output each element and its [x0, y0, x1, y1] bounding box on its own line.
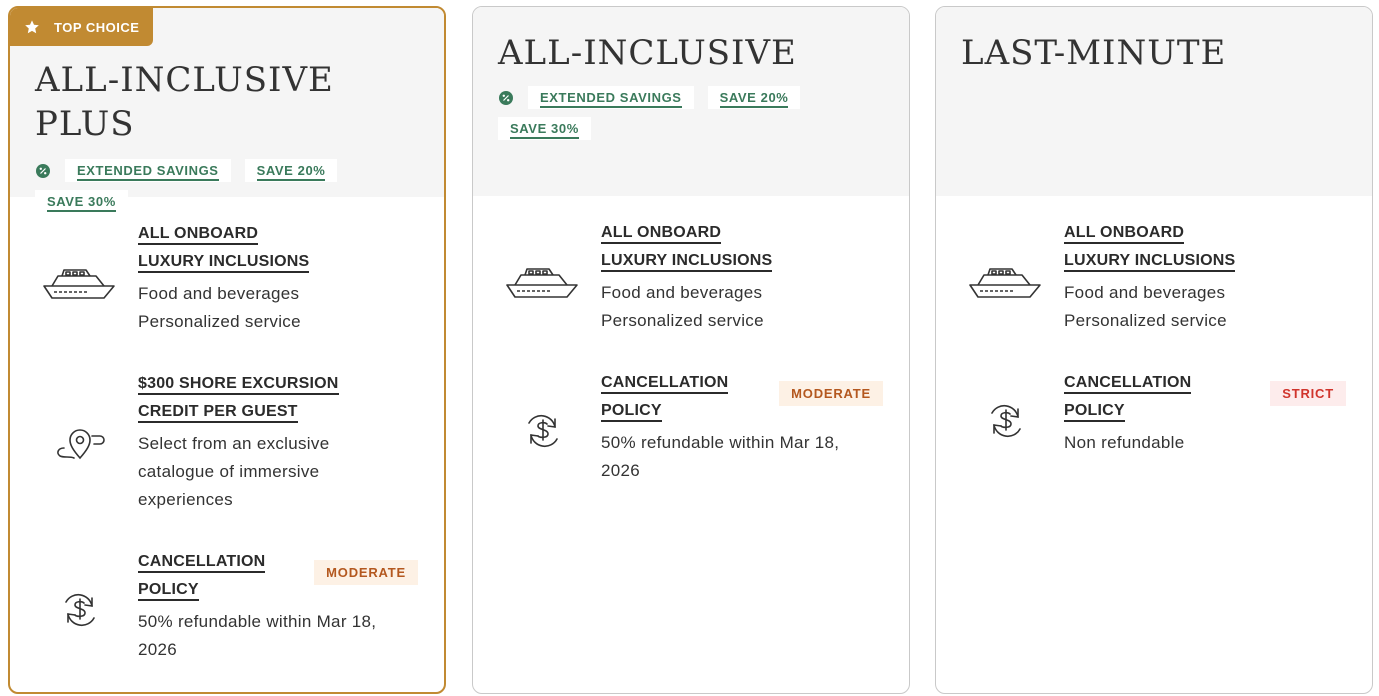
- policy-level-badge: MODERATE: [779, 381, 883, 406]
- policy-level-badge: STRICT: [1270, 381, 1346, 406]
- cruise-ship-icon: [506, 268, 578, 298]
- feature-description: Food and beverages Personalized service: [1064, 283, 1227, 330]
- tag-save-20[interactable]: SAVE 20%: [707, 86, 801, 109]
- feature-title[interactable]: CANCELLATION POLICY: [1064, 369, 1214, 425]
- fare-title-line1: LAST-MINUTE: [961, 33, 1227, 73]
- savings-tags: EXTENDED SAVINGS SAVE 20% SAVE 30%: [498, 86, 839, 140]
- feature-description: Select from an exclusive catalogue of imm…: [138, 434, 330, 509]
- tag-save-30[interactable]: SAVE 30%: [35, 190, 128, 213]
- percent-icon: [36, 163, 50, 178]
- feature-title[interactable]: $300 SHORE EXCURSION CREDIT PER GUEST: [138, 370, 428, 426]
- badge-label: TOP CHOICE: [54, 19, 140, 35]
- fare-title: LAST-MINUTE: [961, 31, 1226, 75]
- feature-title[interactable]: CANCELLATION POLICY: [138, 548, 288, 604]
- fare-card-all-inclusive-plus[interactable]: TOP CHOICE ALL-INCLUSIVE PLUS EXTENDED S…: [8, 6, 446, 694]
- feature-description: 50% refundable within Mar 18, 2026: [601, 433, 840, 480]
- feature-title[interactable]: ALL ONBOARD LUXURY INCLUSIONS: [601, 219, 891, 275]
- top-choice-badge: TOP CHOICE: [10, 8, 154, 46]
- policy-level-badge: MODERATE: [314, 560, 418, 585]
- savings-tags: EXTENDED SAVINGS SAVE 20% SAVE 30%: [35, 159, 374, 213]
- fare-title: ALL-INCLUSIVE PLUS: [35, 58, 334, 146]
- fare-title-line2: PLUS: [35, 104, 135, 144]
- refund-dollar-icon: [65, 593, 95, 627]
- feature-description: Non refundable: [1064, 433, 1185, 452]
- map-route-icon: [57, 429, 105, 460]
- cruise-ship-icon: [43, 269, 115, 299]
- fare-title-line1: ALL-INCLUSIVE: [35, 60, 334, 100]
- feature-title[interactable]: CANCELLATION POLICY: [601, 369, 751, 425]
- feature-description: 50% refundable within Mar 18, 2026: [138, 612, 377, 659]
- fare-card-all-inclusive[interactable]: ALL-INCLUSIVE EXTENDED SAVINGS SAVE 20% …: [472, 6, 910, 694]
- fare-title-line1: ALL-INCLUSIVE: [498, 33, 797, 73]
- feature-description: Food and beverages Personalized service: [601, 283, 764, 330]
- feature-title[interactable]: ALL ONBOARD LUXURY INCLUSIONS: [1064, 219, 1354, 275]
- refund-dollar-icon: [991, 404, 1021, 438]
- tag-save-20[interactable]: SAVE 20%: [244, 159, 338, 182]
- tag-extended-savings[interactable]: EXTENDED SAVINGS: [528, 86, 694, 109]
- tag-extended-savings[interactable]: EXTENDED SAVINGS: [65, 159, 231, 182]
- star-icon: [25, 20, 39, 34]
- percent-icon: [499, 90, 513, 105]
- fare-card-last-minute[interactable]: LAST-MINUTE ALL ONBOARD LUXURY INCLUSIONS…: [935, 6, 1373, 694]
- fare-title: ALL-INCLUSIVE: [498, 31, 797, 75]
- feature-title[interactable]: ALL ONBOARD LUXURY INCLUSIONS: [138, 220, 428, 276]
- feature-description: Food and beverages Personalized service: [138, 284, 301, 331]
- refund-dollar-icon: [528, 414, 558, 448]
- tag-save-30[interactable]: SAVE 30%: [498, 117, 591, 140]
- cruise-ship-icon: [969, 268, 1041, 298]
